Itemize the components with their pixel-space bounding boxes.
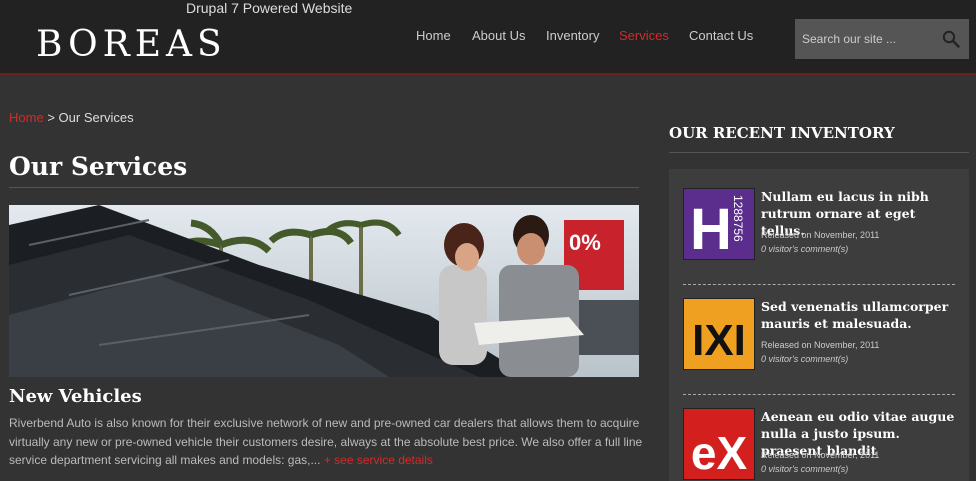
breadcrumb-current: Our Services xyxy=(58,110,134,125)
inventory-release-date: Released on November, 2011 xyxy=(761,450,880,460)
inventory-release-date: Released on November, 2011 xyxy=(761,230,880,240)
section-title: New Vehicles xyxy=(9,386,142,407)
sidebar-title: OUR RECENT INVENTORY xyxy=(669,124,895,142)
inventory-list: H 1288756 Nullam eu lacus in nibh rutrum… xyxy=(669,169,969,481)
site-logo[interactable]: BOREAS xyxy=(36,24,227,65)
inventory-comments[interactable]: 0 visitor's comment(s) xyxy=(761,244,848,254)
see-service-details-link[interactable]: + see service details xyxy=(324,453,433,467)
thumb-letter: eX xyxy=(691,427,748,479)
inventory-thumbnail[interactable]: eX xyxy=(683,408,755,480)
inventory-release-date: Released on November, 2011 xyxy=(761,340,880,350)
breadcrumb: Home > Our Services xyxy=(9,110,134,125)
inventory-item[interactable]: IXI Sed venenatis ullamcorper mauris et … xyxy=(683,298,955,370)
thumb-side-text: 1288756 xyxy=(731,195,745,242)
thumb-letter: IXI xyxy=(692,316,746,365)
nav-contact-us[interactable]: Contact Us xyxy=(689,28,753,43)
nav-inventory[interactable]: Inventory xyxy=(546,28,599,43)
nav-home[interactable]: Home xyxy=(416,28,451,43)
nav-services[interactable]: Services xyxy=(619,28,669,43)
hero-image: 0% xyxy=(9,205,639,377)
breadcrumb-home[interactable]: Home xyxy=(9,110,44,125)
search-icon[interactable] xyxy=(942,30,960,48)
page-title: Our Services xyxy=(9,152,188,181)
svg-text:0%: 0% xyxy=(569,230,601,255)
inventory-item[interactable]: H 1288756 Nullam eu lacus in nibh rutrum… xyxy=(683,188,955,262)
inventory-thumbnail[interactable]: H 1288756 xyxy=(683,188,755,262)
inventory-title[interactable]: Sed venenatis ullamcorper mauris et male… xyxy=(761,298,957,332)
nav-about-us[interactable]: About Us xyxy=(472,28,525,43)
item-separator xyxy=(683,394,955,395)
breadcrumb-separator: > xyxy=(47,110,55,125)
inventory-comments[interactable]: 0 visitor's comment(s) xyxy=(761,464,848,474)
item-separator xyxy=(683,284,955,285)
thumb-letter: H xyxy=(690,197,732,259)
section-description: Riverbend Auto is also known for their e… xyxy=(9,414,644,470)
site-tagline: Drupal 7 Powered Website xyxy=(186,0,353,16)
search-input[interactable] xyxy=(795,19,935,59)
inventory-comments[interactable]: 0 visitor's comment(s) xyxy=(761,354,848,364)
search-box xyxy=(795,19,969,59)
site-header: Drupal 7 Powered Website BOREAS Home Abo… xyxy=(0,0,976,75)
sidebar-divider xyxy=(669,152,969,153)
inventory-thumbnail[interactable]: IXI xyxy=(683,298,755,370)
inventory-item[interactable]: eX Aenean eu odio vitae augue nulla a ju… xyxy=(683,408,955,480)
title-divider xyxy=(9,187,639,188)
